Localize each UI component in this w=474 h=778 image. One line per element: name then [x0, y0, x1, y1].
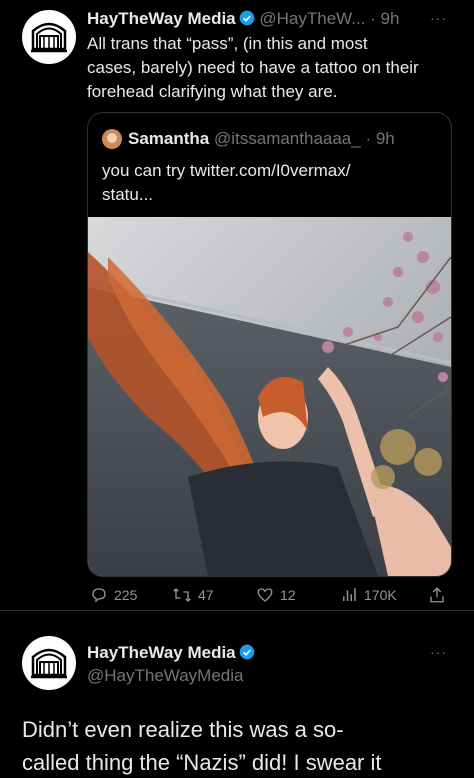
display-name[interactable]: HayTheWay Media [87, 643, 236, 662]
handle[interactable]: @HayTheW... [259, 9, 365, 28]
tweet-text-line: All trans that “pass”, (in this and most [87, 34, 368, 53]
verified-icon [239, 10, 254, 26]
quote-handle: @itssamanthaaaa_ [213, 129, 361, 148]
share-button[interactable] [428, 586, 446, 604]
photo-image [88, 217, 451, 576]
retweet-button[interactable]: 47 [172, 586, 214, 604]
views-count: 170K [364, 587, 397, 603]
avatar[interactable] [22, 10, 76, 64]
quote-photo[interactable] [88, 217, 451, 576]
reply-count: 225 [114, 587, 138, 603]
quote-text-line[interactable]: statu... [102, 183, 153, 206]
logo-icon [31, 22, 67, 53]
tweet-text-line: Didn’t even realize this was a so- [22, 717, 344, 742]
timestamp[interactable]: · 9h [370, 9, 399, 28]
retweet-icon [173, 588, 191, 602]
like-button[interactable]: 12 [256, 586, 296, 604]
quote-avatar[interactable] [102, 129, 122, 149]
tweet-header: HayTheWay Media [87, 641, 255, 664]
quote-header: Samantha @itssamanthaaaa_ · 9h [128, 127, 395, 150]
share-icon [430, 587, 444, 603]
views-icon [343, 588, 356, 601]
tweet-text-line: called thing the “Nazis” did! I swear it [22, 750, 382, 775]
handle[interactable]: @HayTheWayMedia [87, 664, 243, 687]
avatar[interactable] [22, 636, 76, 690]
quote-text-line[interactable]: you can try twitter.com/I0vermax/ [102, 159, 350, 182]
retweet-count: 47 [198, 587, 214, 603]
tweet-text-line: forehead clarifying what they are. [87, 82, 338, 101]
divider [0, 610, 474, 611]
more-icon[interactable]: ··· [430, 10, 447, 26]
logo-icon [31, 648, 67, 679]
display-name[interactable]: HayTheWay Media [87, 9, 236, 28]
reply-button[interactable]: 225 [90, 586, 137, 604]
quote-tweet[interactable]: Samantha @itssamanthaaaa_ · 9h you can t… [87, 112, 452, 577]
heart-icon [257, 588, 273, 602]
reply-icon [92, 588, 106, 603]
tweet-header: HayTheWay Media @HayTheW... · 9h [87, 7, 399, 30]
like-count: 12 [280, 587, 296, 603]
quote-display-name: Samantha [128, 129, 210, 148]
quote-timestamp: · 9h [365, 129, 395, 148]
verified-icon [239, 644, 254, 660]
more-icon[interactable]: ··· [430, 644, 447, 660]
views-button[interactable]: 170K [340, 586, 397, 604]
tweet-text-line: cases, barely) need to have a tattoo on … [87, 58, 419, 77]
